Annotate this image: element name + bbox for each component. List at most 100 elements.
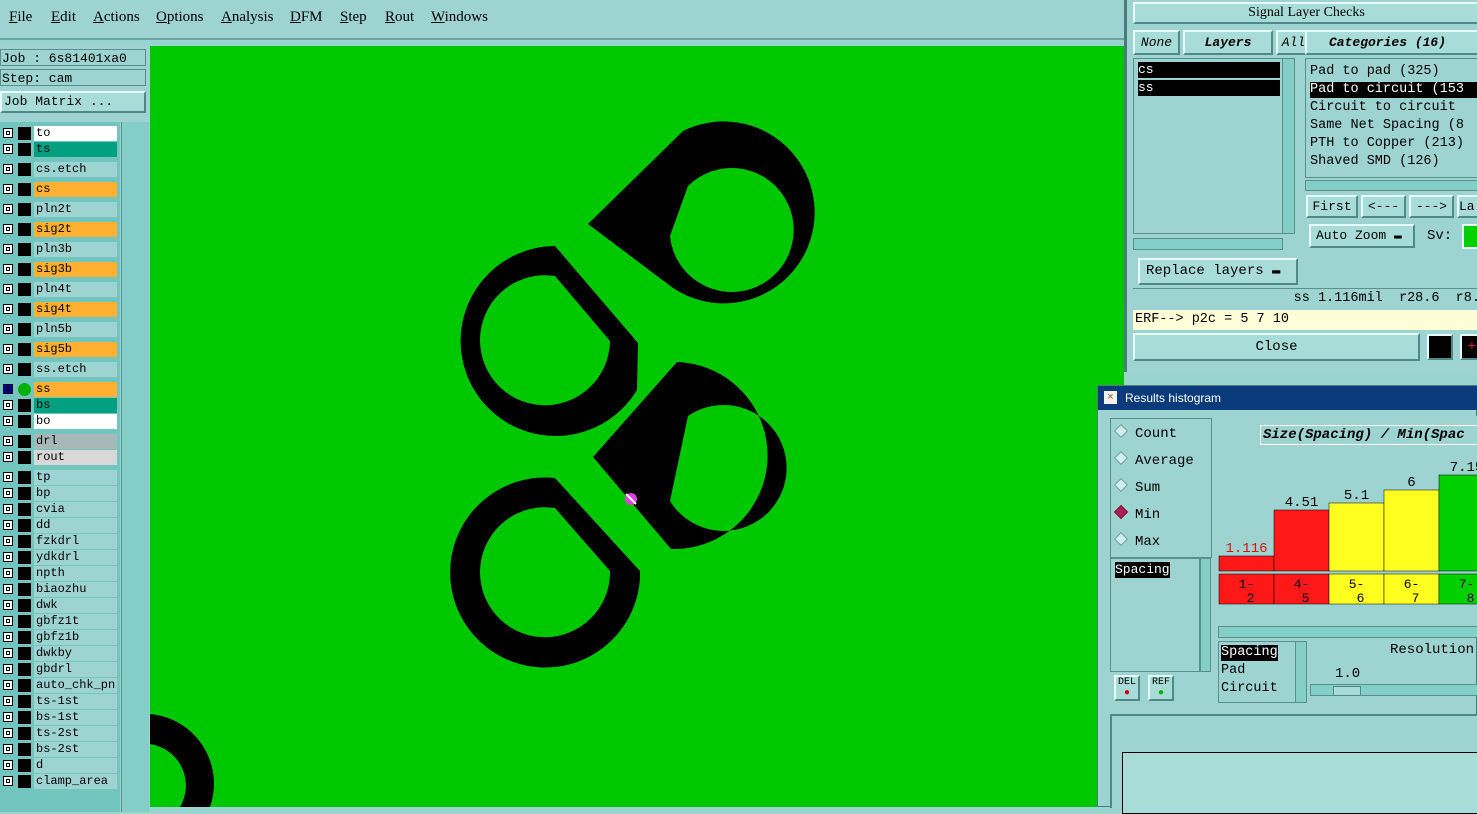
- histogram-hscroll[interactable]: [1218, 626, 1477, 638]
- layer-status-dot[interactable]: [18, 759, 31, 772]
- layer-row-pln4t[interactable]: pln4t: [0, 282, 120, 297]
- layer-status-dot[interactable]: [18, 631, 31, 644]
- layer-item-ss[interactable]: ss: [1138, 80, 1280, 96]
- layer-status-dot[interactable]: [18, 143, 31, 156]
- layer-row-pln5b[interactable]: pln5b: [0, 322, 120, 337]
- category-item[interactable]: Shaved SMD (126): [1310, 154, 1440, 170]
- layer-checkbox[interactable]: [3, 568, 13, 578]
- layer-checkbox[interactable]: [3, 400, 13, 410]
- layer-checkbox[interactable]: [3, 472, 13, 482]
- menu-windows[interactable]: Windows: [431, 9, 488, 26]
- bottom-item-spacing[interactable]: Spacing: [1221, 645, 1278, 661]
- layer-name[interactable]: dwk: [34, 598, 117, 613]
- layer-status-dot[interactable]: [18, 223, 31, 236]
- layer-name[interactable]: sig5b: [34, 342, 117, 357]
- histogram-bar[interactable]: [1438, 474, 1477, 572]
- layer-name[interactable]: biaozhu: [34, 582, 117, 597]
- layer-row-pln3b[interactable]: pln3b: [0, 242, 120, 257]
- menu-actions[interactable]: Actions: [93, 9, 140, 26]
- layer-status-dot[interactable]: [18, 695, 31, 708]
- layer-row-gbfz1b[interactable]: gbfz1b: [0, 630, 120, 645]
- layer-name[interactable]: cs.etch: [34, 162, 117, 177]
- layer-status-dot[interactable]: [18, 203, 31, 216]
- layer-row-bs[interactable]: bs: [0, 398, 120, 413]
- layer-row-cs.etch[interactable]: cs.etch: [0, 162, 120, 177]
- layer-name[interactable]: dwkby: [34, 646, 117, 661]
- layer-checkbox[interactable]: [3, 552, 13, 562]
- layer-checkbox[interactable]: [3, 664, 13, 674]
- sv-color-swatch[interactable]: [1462, 224, 1477, 249]
- layer-name[interactable]: bo: [34, 414, 117, 429]
- layer-row-ydkdrl[interactable]: ydkdrl: [0, 550, 120, 565]
- category-item[interactable]: Same Net Spacing (8: [1310, 118, 1464, 134]
- none-button[interactable]: None: [1133, 30, 1180, 55]
- layer-row-npth[interactable]: npth: [0, 566, 120, 581]
- next-button[interactable]: --->: [1409, 195, 1454, 218]
- layer-status-dot[interactable]: [18, 503, 31, 516]
- layer-row-sig4t[interactable]: sig4t: [0, 302, 120, 317]
- layer-checkbox[interactable]: [3, 648, 13, 658]
- layer-row-ss.etch[interactable]: ss.etch: [0, 362, 120, 377]
- layer-name[interactable]: ts-2st: [34, 726, 117, 741]
- layer-name[interactable]: sig3b: [34, 262, 117, 277]
- layer-item-cs[interactable]: cs: [1138, 62, 1280, 78]
- graph-icon[interactable]: [1427, 334, 1453, 360]
- layer-row-d[interactable]: d: [0, 758, 120, 773]
- category-hscroll[interactable]: [1305, 180, 1477, 191]
- replace-layers-dropdown[interactable]: Replace layers ▬: [1138, 258, 1298, 285]
- layer-row-bp[interactable]: bp: [0, 486, 120, 501]
- resolution-slider[interactable]: [1310, 684, 1477, 696]
- layer-checkbox[interactable]: [3, 632, 13, 642]
- layer-name[interactable]: ydkdrl: [34, 550, 117, 565]
- measure-list[interactable]: Spacing: [1110, 558, 1200, 672]
- radio-max[interactable]: Max: [1113, 531, 1160, 551]
- layer-name[interactable]: auto_chk_pn.: [34, 678, 117, 693]
- layer-name[interactable]: to: [34, 126, 117, 141]
- layer-row-dwk[interactable]: dwk: [0, 598, 120, 613]
- layer-status-dot[interactable]: [18, 415, 31, 428]
- layer-row-biaozhu[interactable]: biaozhu: [0, 582, 120, 597]
- layer-row-gbfz1t[interactable]: gbfz1t: [0, 614, 120, 629]
- layer-select-list[interactable]: cs ss: [1133, 58, 1283, 234]
- layer-status-dot[interactable]: [18, 615, 31, 628]
- layer-checkbox[interactable]: [3, 696, 13, 706]
- measure-list-scroll[interactable]: [1200, 558, 1211, 672]
- category-item[interactable]: Circuit to circuit: [1310, 100, 1456, 116]
- layer-checkbox[interactable]: [3, 536, 13, 546]
- layer-list-vscroll[interactable]: [1282, 58, 1295, 234]
- layer-name[interactable]: sig2t: [34, 222, 117, 237]
- layer-checkbox[interactable]: [3, 680, 13, 690]
- layer-checkbox[interactable]: [3, 304, 13, 314]
- layer-status-dot[interactable]: [18, 471, 31, 484]
- layer-name[interactable]: d: [34, 758, 117, 773]
- layer-row-ts-2st[interactable]: ts-2st: [0, 726, 120, 741]
- layer-row-sig5b[interactable]: sig5b: [0, 342, 120, 357]
- layer-row-sig2t[interactable]: sig2t: [0, 222, 120, 237]
- layer-name[interactable]: ss.etch: [34, 362, 117, 377]
- menu-options[interactable]: Options: [156, 9, 204, 26]
- layer-status-dot[interactable]: [18, 567, 31, 580]
- category-item-selected[interactable]: Pad to circuit (153: [1310, 82, 1477, 98]
- menu-step[interactable]: Step: [340, 9, 367, 26]
- layer-name[interactable]: clamp_area: [34, 774, 117, 789]
- layer-checkbox[interactable]: [3, 284, 13, 294]
- layer-checkbox[interactable]: [3, 164, 13, 174]
- layer-name[interactable]: gbdrl: [34, 662, 117, 677]
- layer-list-hscroll[interactable]: [1133, 238, 1283, 250]
- close-button[interactable]: Close: [1133, 333, 1420, 361]
- layer-name[interactable]: pln4t: [34, 282, 117, 297]
- radio-sum[interactable]: Sum: [1113, 477, 1160, 497]
- layer-row-ts-1st[interactable]: ts-1st: [0, 694, 120, 709]
- histogram-bar[interactable]: [1218, 555, 1275, 572]
- bottom-list-scroll[interactable]: [1295, 641, 1307, 703]
- radio-average[interactable]: Average: [1113, 450, 1194, 470]
- layer-row-sig3b[interactable]: sig3b: [0, 262, 120, 277]
- layer-status-dot[interactable]: [18, 283, 31, 296]
- job-matrix-button[interactable]: Job Matrix ...: [0, 91, 146, 113]
- layer-checkbox[interactable]: [3, 436, 13, 446]
- layer-checkbox[interactable]: [3, 324, 13, 334]
- layer-checkbox[interactable]: [3, 344, 13, 354]
- layer-checkbox[interactable]: [3, 728, 13, 738]
- layer-row-dd[interactable]: dd: [0, 518, 120, 533]
- layer-row-rout[interactable]: rout: [0, 450, 120, 465]
